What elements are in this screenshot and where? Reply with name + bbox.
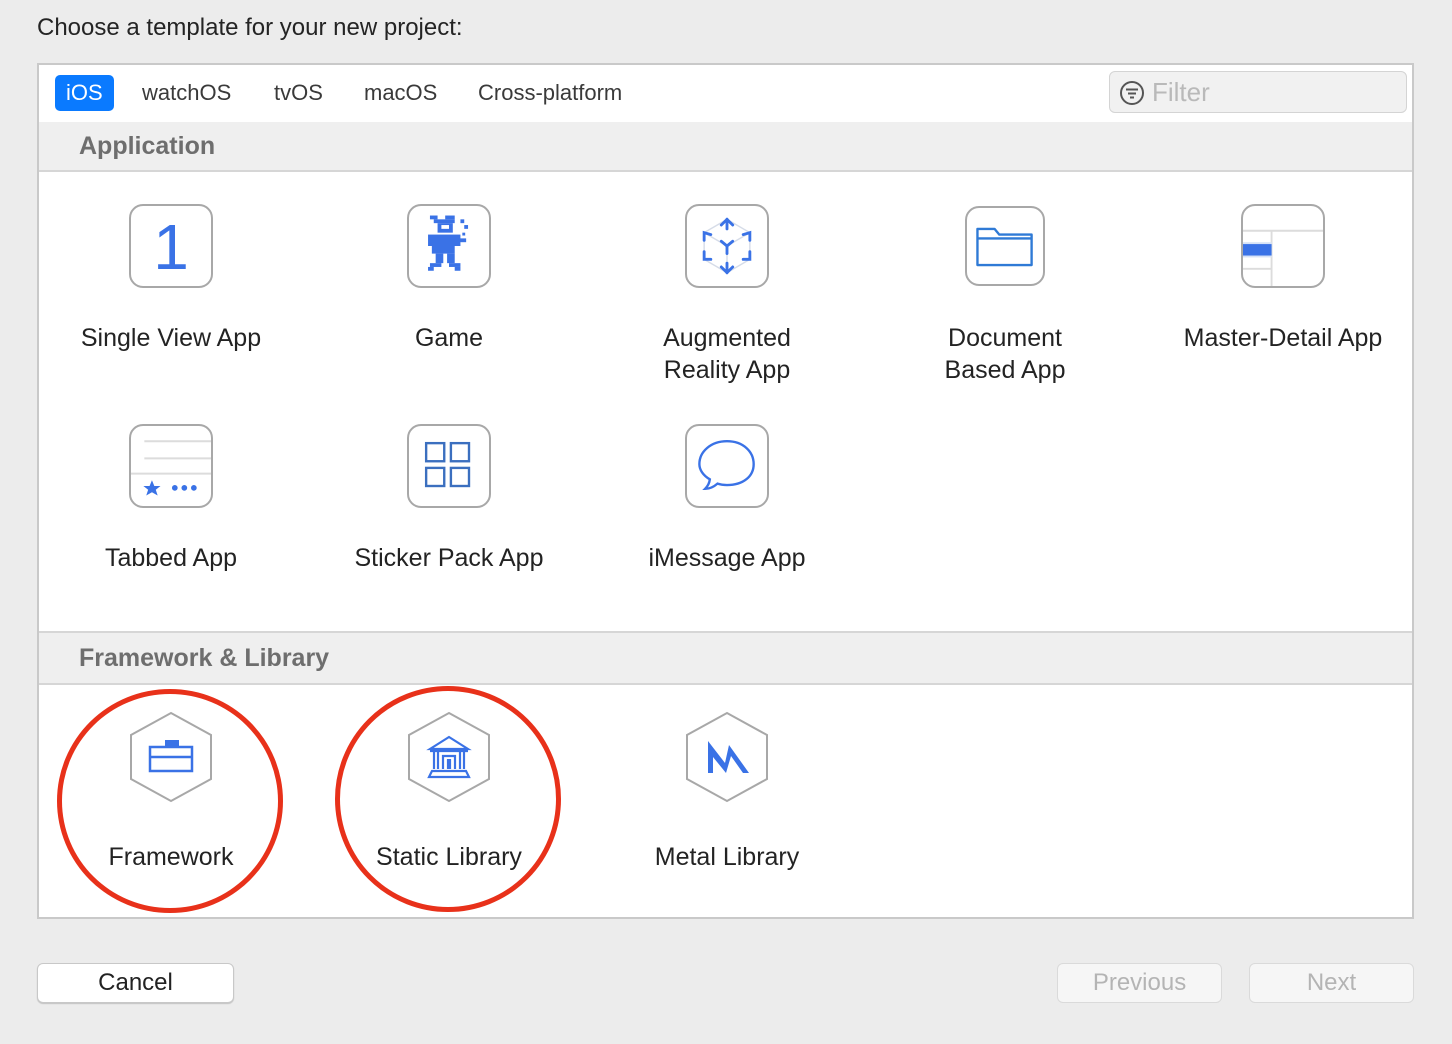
template-augmented-reality-app[interactable]: Augmented Reality App — [597, 204, 857, 386]
template-sticker-pack-app[interactable]: Sticker Pack App — [319, 424, 579, 574]
template-label: Augmented Reality App — [663, 324, 791, 384]
template-label: Master-Detail App — [1183, 324, 1383, 352]
template-label: Tabbed App — [104, 544, 238, 572]
single-view-glyph: 1 — [153, 211, 189, 283]
template-label: Metal Library — [654, 843, 800, 871]
metal-icon — [683, 711, 771, 803]
single-view-icon: 1 — [129, 204, 213, 288]
section-header-framework-library: Framework & Library — [39, 631, 1412, 685]
next-button[interactable]: Next — [1249, 963, 1414, 1003]
message-bubble-icon — [685, 424, 769, 508]
template-label: iMessage App — [648, 544, 806, 572]
template-chooser-panel: iOS watchOS tvOS macOS Cross-platform Ap… — [37, 63, 1414, 919]
template-static-library[interactable]: Static Library — [319, 711, 579, 873]
sticker-grid-icon — [407, 424, 491, 508]
tabbed-icon — [129, 424, 213, 508]
template-label: Sticker Pack App — [354, 544, 544, 572]
template-label: Document Based App — [944, 324, 1066, 384]
filter-icon — [1120, 81, 1144, 105]
ar-cube-icon — [685, 204, 769, 288]
previous-button[interactable]: Previous — [1057, 963, 1222, 1003]
section-title: Application — [79, 132, 216, 160]
template-tabbed-app[interactable]: Tabbed App — [41, 424, 301, 574]
tab-macos[interactable]: macOS — [353, 75, 448, 111]
tab-ios[interactable]: iOS — [55, 75, 114, 111]
template-single-view-app[interactable]: 1 Single View App — [41, 204, 301, 354]
template-label: Game — [414, 324, 484, 352]
template-master-detail-app[interactable]: Master-Detail App — [1153, 204, 1413, 354]
section-header-application: Application — [39, 122, 1412, 172]
template-document-based-app[interactable]: Document Based App — [875, 206, 1135, 386]
platform-tab-bar: iOS watchOS tvOS macOS Cross-platform — [39, 65, 1412, 124]
tab-cross-platform[interactable]: Cross-platform — [467, 75, 633, 111]
template-framework[interactable]: Framework — [41, 711, 301, 873]
template-label: Static Library — [376, 843, 522, 871]
template-metal-library[interactable]: Metal Library — [597, 711, 857, 873]
template-game[interactable]: Game — [319, 204, 579, 354]
library-building-icon — [405, 711, 493, 803]
toolbox-icon — [127, 711, 215, 803]
filter-input[interactable] — [1152, 76, 1392, 108]
template-prompt: Choose a template for your new project: — [37, 14, 463, 41]
template-imessage-app[interactable]: iMessage App — [597, 424, 857, 574]
tab-watchos[interactable]: watchOS — [131, 75, 242, 111]
template-label: Framework — [108, 843, 234, 871]
master-detail-icon — [1241, 204, 1325, 288]
filter-field[interactable] — [1109, 71, 1407, 113]
cancel-button[interactable]: Cancel — [37, 963, 234, 1003]
section-title: Framework & Library — [79, 644, 330, 672]
game-sprite-icon — [407, 204, 491, 288]
folder-icon — [965, 206, 1045, 286]
template-label: Single View App — [80, 324, 262, 352]
tab-tvos[interactable]: tvOS — [263, 75, 334, 111]
